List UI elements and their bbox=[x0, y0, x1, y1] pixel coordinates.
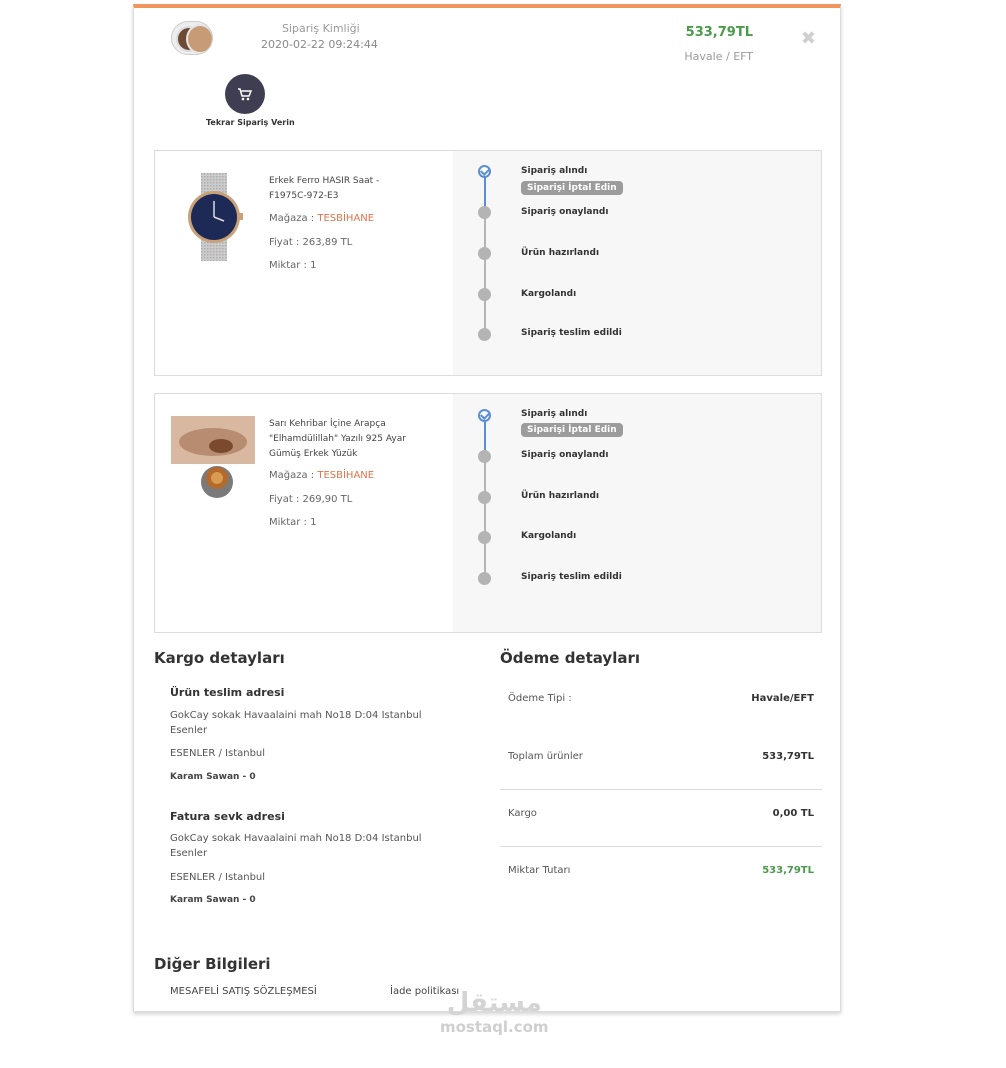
status-dot bbox=[478, 247, 491, 260]
payment-title: Ödeme detayları bbox=[500, 649, 641, 667]
close-icon[interactable]: ✖ bbox=[801, 28, 816, 49]
invoice-name: Karam Sawan - 0 bbox=[170, 895, 256, 905]
status-step: Sipariş alındı bbox=[521, 409, 588, 419]
order-avatar bbox=[171, 21, 213, 55]
reorder-label: Tekrar Sipariş Verin bbox=[206, 118, 295, 127]
check-icon bbox=[478, 409, 491, 422]
payment-row: Miktar Tutarı 533,79TL bbox=[508, 865, 814, 876]
product-price: Fiyat : 263,89 TL bbox=[269, 237, 353, 248]
order-card: Sipariş Kimliği 2020-02-22 09:24:44 533,… bbox=[133, 4, 841, 1012]
payment-row: Kargo 0,00 TL bbox=[500, 791, 822, 847]
invoice-city: ESENLER / Istanbul bbox=[170, 872, 266, 883]
status-dot bbox=[478, 531, 491, 544]
order-date: 2020-02-22 09:24:44 bbox=[261, 38, 378, 51]
shop-link[interactable]: TESBİHANE bbox=[317, 470, 374, 481]
status-step: Sipariş alındı bbox=[521, 166, 588, 176]
product-price: Fiyat : 269,90 TL bbox=[269, 494, 353, 505]
status-step: Kargolandı bbox=[521, 289, 577, 299]
status-step: Kargolandı bbox=[521, 531, 577, 541]
status-step: Sipariş onaylandı bbox=[521, 450, 609, 460]
order-item: Sarı Kehribar İçine Arapça "Elhamdülilla… bbox=[154, 393, 822, 633]
status-step: Ürün hazırlandı bbox=[521, 491, 600, 501]
invoice-address-title: Fatura sevk adresi bbox=[170, 810, 285, 823]
product-shop: Mağaza : TESBİHANE bbox=[269, 213, 375, 224]
cancel-order-button[interactable]: Siparişi İptal Edin bbox=[521, 181, 623, 195]
shipping-title: Kargo detayları bbox=[154, 649, 285, 667]
status-dot bbox=[478, 450, 491, 463]
product-name[interactable]: Sarı Kehribar İçine Arapça "Elhamdülilla… bbox=[269, 417, 409, 462]
distance-sales-contract-link[interactable]: MESAFELİ SATIŞ SÖZLEŞMESİ bbox=[170, 986, 317, 997]
shop-link[interactable]: TESBİHANE bbox=[317, 213, 374, 224]
payment-row: Ödeme Tipi : Havale/EFT bbox=[508, 693, 814, 704]
order-payment-type: Havale / EFT bbox=[684, 50, 753, 63]
status-step: Sipariş teslim edildi bbox=[521, 572, 622, 582]
status-dot bbox=[478, 491, 491, 504]
status-dot bbox=[478, 206, 491, 219]
watermark: مستقل mostaql.com bbox=[440, 988, 549, 1036]
status-step: Ürün hazırlandı bbox=[521, 248, 600, 258]
status-step: Sipariş teslim edildi bbox=[521, 328, 622, 338]
delivery-address: GokCay sokak Havaalaini mah No18 D:04 Is… bbox=[170, 710, 422, 736]
reorder-button[interactable] bbox=[225, 74, 265, 114]
product-name[interactable]: Erkek Ferro HASIR Saat - F1975C-972-E3 bbox=[269, 174, 409, 204]
order-status-tracker: Sipariş alındı Siparişi İptal Edin Sipar… bbox=[453, 394, 821, 632]
status-dot bbox=[478, 288, 491, 301]
cart-icon bbox=[238, 88, 253, 101]
watch-image bbox=[171, 173, 255, 261]
status-step: Sipariş onaylandı bbox=[521, 207, 609, 217]
other-info-title: Diğer Bilgileri bbox=[154, 955, 271, 973]
invoice-address: GokCay sokak Havaalaini mah No18 D:04 Is… bbox=[170, 833, 422, 859]
order-item: Erkek Ferro HASIR Saat - F1975C-972-E3 M… bbox=[154, 150, 822, 376]
delivery-address-title: Ürün teslim adresi bbox=[170, 686, 285, 699]
payment-row: Toplam ürünler 533,79TL bbox=[500, 734, 822, 790]
status-dot bbox=[478, 328, 491, 341]
status-dot bbox=[478, 572, 491, 585]
check-icon bbox=[478, 165, 491, 178]
cancel-order-button[interactable]: Siparişi İptal Edin bbox=[521, 423, 623, 437]
delivery-name: Karam Sawan - 0 bbox=[170, 772, 256, 782]
order-id-label: Sipariş Kimliği bbox=[282, 22, 360, 35]
delivery-city: ESENLER / Istanbul bbox=[170, 748, 266, 759]
product-quantity: Miktar : 1 bbox=[269, 260, 317, 271]
order-total: 533,79TL bbox=[685, 25, 753, 40]
product-shop: Mağaza : TESBİHANE bbox=[269, 470, 375, 481]
order-status-tracker: Sipariş alındı Siparişi İptal Edin Sipar… bbox=[453, 151, 821, 375]
product-quantity: Miktar : 1 bbox=[269, 517, 317, 528]
ring-image bbox=[171, 416, 255, 504]
